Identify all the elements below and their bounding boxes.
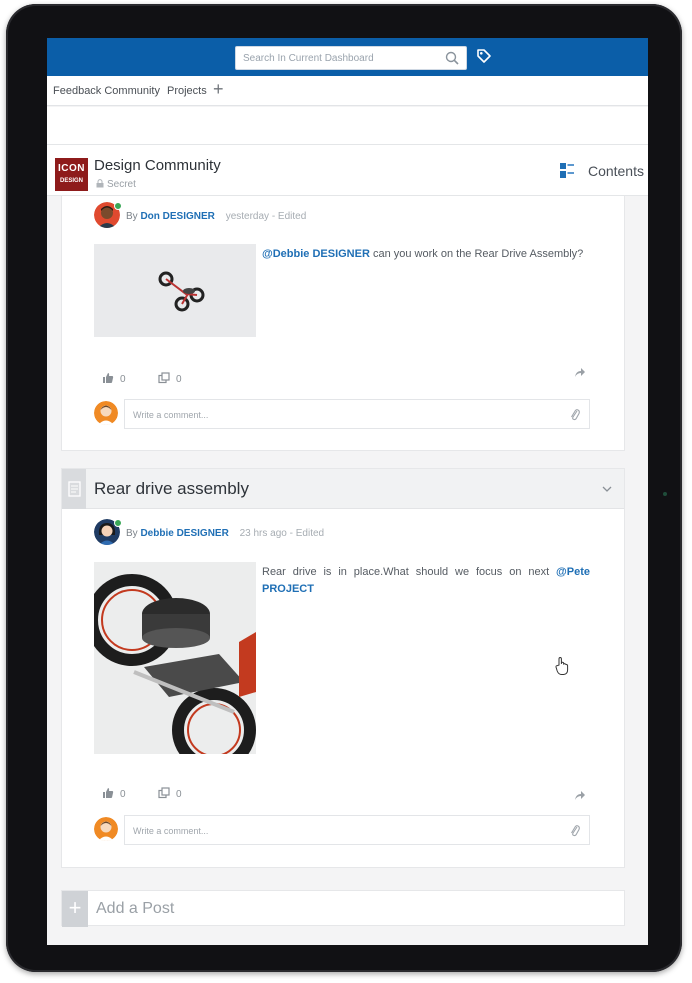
post-body: @Debbie DESIGNER can you work on the Rea… bbox=[262, 246, 602, 263]
tab-bar: Feedback Community Projects + bbox=[47, 76, 648, 106]
privacy-label: Secret bbox=[96, 179, 136, 190]
share-arrow-icon[interactable] bbox=[574, 789, 586, 801]
repost-icon bbox=[158, 787, 170, 799]
share-count: 0 bbox=[176, 374, 182, 385]
like-button[interactable]: 0 bbox=[102, 787, 126, 800]
like-button[interactable]: 0 bbox=[102, 372, 126, 385]
top-bar: Search In Current Dashboard bbox=[47, 38, 648, 76]
comment-row: Write a comment... bbox=[94, 815, 594, 845]
post-timestamp: yesterday - Edited bbox=[225, 211, 307, 222]
logo-text-top: ICON bbox=[58, 163, 85, 174]
by-label: By bbox=[126, 528, 138, 539]
add-post-button[interactable]: + Add a Post bbox=[61, 890, 625, 927]
search-placeholder: Search In Current Dashboard bbox=[243, 53, 374, 64]
avatar-icon bbox=[94, 817, 118, 841]
app-screen: Search In Current Dashboard Feedback Com… bbox=[47, 38, 648, 945]
tablet-frame: Search In Current Dashboard Feedback Com… bbox=[6, 4, 682, 972]
author-link[interactable]: Debbie DESIGNER bbox=[140, 528, 228, 539]
spacer bbox=[47, 107, 648, 144]
logo-text-bottom: DESIGN bbox=[59, 178, 83, 184]
contents-icon[interactable] bbox=[560, 163, 574, 178]
attachment-thumbnail[interactable] bbox=[94, 562, 256, 754]
rear-drive-model-image bbox=[94, 562, 256, 754]
community-logo: ICON DESIGN bbox=[55, 158, 88, 191]
paperclip-icon[interactable] bbox=[569, 408, 581, 422]
plus-icon: + bbox=[62, 891, 88, 927]
add-post-label: Add a Post bbox=[96, 900, 175, 917]
post-card: Rear drive assembly By Debbie DESIGNER 2… bbox=[61, 468, 625, 868]
tag-icon[interactable] bbox=[475, 47, 493, 65]
post-byline: By Debbie DESIGNER 23 hrs ago - Edited bbox=[126, 528, 324, 539]
mention-link[interactable]: @Debbie DESIGNER bbox=[262, 248, 370, 260]
post-timestamp: 23 hrs ago - Edited bbox=[239, 528, 325, 539]
like-count: 0 bbox=[120, 374, 126, 385]
author-link[interactable]: Don DESIGNER bbox=[140, 211, 214, 222]
comment-input[interactable]: Write a comment... bbox=[124, 399, 590, 429]
trike-model-image bbox=[94, 244, 256, 337]
comment-row: Write a comment... bbox=[94, 399, 594, 429]
search-input[interactable]: Search In Current Dashboard bbox=[235, 46, 467, 70]
commenter-avatar bbox=[94, 401, 118, 425]
share-count: 0 bbox=[176, 789, 182, 800]
post-card: By Don DESIGNER yesterday - Edited @Debb… bbox=[61, 196, 625, 451]
online-status-icon bbox=[114, 202, 122, 210]
repost-icon bbox=[158, 372, 170, 384]
contents-button[interactable]: Contents bbox=[588, 163, 644, 179]
by-label: By bbox=[126, 211, 138, 222]
comment-input[interactable]: Write a comment... bbox=[124, 815, 590, 845]
paperclip-icon[interactable] bbox=[569, 824, 581, 838]
post-title: Rear drive assembly bbox=[94, 479, 249, 498]
share-count-button[interactable]: 0 bbox=[158, 372, 182, 385]
tab-feedback-community[interactable]: Feedback Community bbox=[53, 85, 160, 97]
online-status-icon bbox=[114, 519, 122, 527]
tab-projects[interactable]: Projects bbox=[167, 85, 207, 97]
community-header: ICON DESIGN Design Community Secret Cont… bbox=[47, 144, 648, 196]
document-icon bbox=[62, 469, 86, 509]
attachment-thumbnail[interactable] bbox=[94, 244, 256, 337]
search-icon[interactable] bbox=[444, 50, 460, 66]
chevron-down-icon[interactable] bbox=[602, 485, 612, 493]
post-text: Rear drive is in place.What should we fo… bbox=[262, 566, 557, 578]
post-byline: By Don DESIGNER yesterday - Edited bbox=[126, 211, 306, 222]
thumbs-up-icon bbox=[103, 788, 114, 798]
share-count-button[interactable]: 0 bbox=[158, 787, 182, 800]
commenter-avatar bbox=[94, 817, 118, 841]
like-count: 0 bbox=[120, 789, 126, 800]
thumbs-up-icon bbox=[103, 373, 114, 383]
post-text: can you work on the Rear Drive Assembly? bbox=[369, 248, 584, 260]
avatar-icon bbox=[94, 401, 118, 425]
post-body: Rear drive is in place.What should we fo… bbox=[262, 564, 590, 598]
privacy-text: Secret bbox=[107, 179, 136, 190]
add-tab-icon[interactable]: + bbox=[213, 79, 224, 100]
comment-placeholder: Write a comment... bbox=[133, 826, 209, 836]
community-title[interactable]: Design Community bbox=[94, 157, 221, 174]
hand-cursor-icon bbox=[555, 656, 569, 675]
comment-placeholder: Write a comment... bbox=[133, 410, 209, 420]
camera-dot bbox=[663, 492, 667, 496]
lock-icon bbox=[96, 179, 104, 188]
share-arrow-icon[interactable] bbox=[574, 366, 586, 378]
post-title-bar[interactable]: Rear drive assembly bbox=[62, 469, 624, 509]
